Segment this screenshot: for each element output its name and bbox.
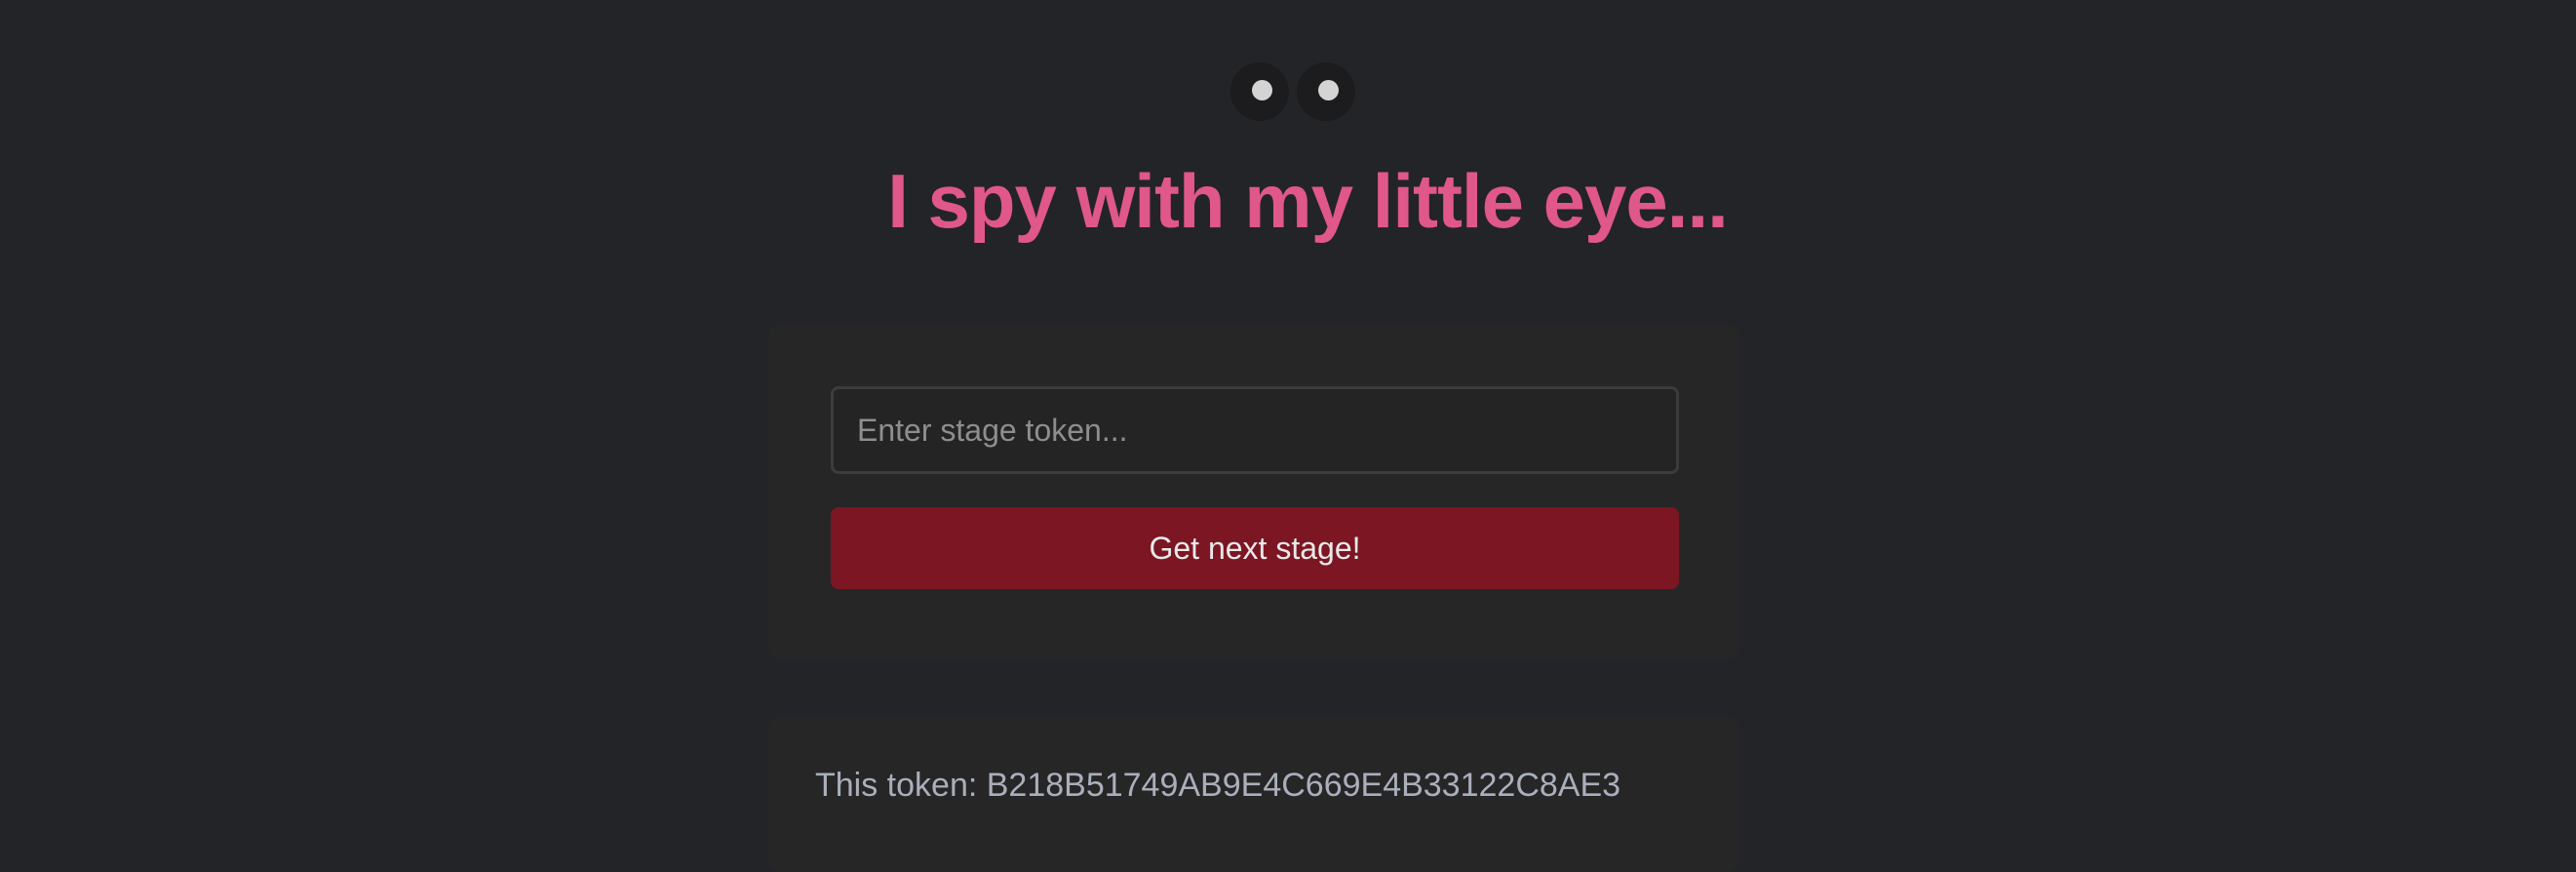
right-pupil-icon	[1318, 80, 1339, 100]
token-value: B218B51749AB9E4C669E4B33122C8AE3	[986, 767, 1621, 804]
left-eye-icon	[1230, 62, 1289, 121]
get-next-stage-button[interactable]: Get next stage!	[831, 507, 1679, 589]
stage-form-panel: Get next stage!	[768, 324, 1739, 659]
stage-token-input[interactable]	[831, 386, 1679, 474]
token-info-panel: This token: B218B51749AB9E4C669E4B33122C…	[768, 716, 1739, 872]
eyes-icon	[1230, 62, 1357, 123]
page-title: I spy with my little eye...	[887, 158, 1729, 244]
left-pupil-icon	[1252, 80, 1272, 100]
token-label: This token:	[815, 767, 987, 804]
current-token-line: This token: B218B51749AB9E4C669E4B33122C…	[815, 767, 1620, 805]
right-eye-icon	[1297, 62, 1355, 121]
